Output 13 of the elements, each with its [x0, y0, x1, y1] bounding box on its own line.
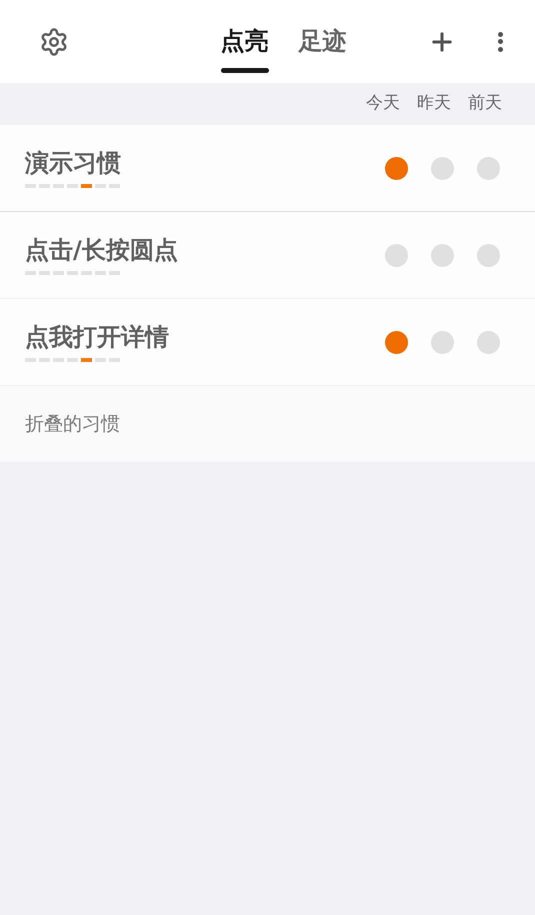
folded-habits-row[interactable]: 折叠的习惯 [0, 386, 535, 462]
habit-row[interactable]: 点击/长按圆点 [0, 212, 535, 299]
settings-icon [39, 26, 69, 56]
day-header: 前天 [467, 92, 503, 116]
habit-name: 点击/长按圆点 [25, 235, 179, 265]
day-header: 昨天 [416, 92, 452, 116]
tab[interactable]: 足迹 [298, 22, 346, 60]
habit-name: 点我打开详情 [25, 322, 170, 352]
habit-name: 演示习惯 [25, 148, 122, 178]
tab-indicator [220, 68, 268, 72]
day-header: 今天 [365, 92, 401, 116]
tab[interactable]: 点亮 [220, 22, 268, 60]
habit-row[interactable]: 点我打开详情 [0, 299, 535, 386]
